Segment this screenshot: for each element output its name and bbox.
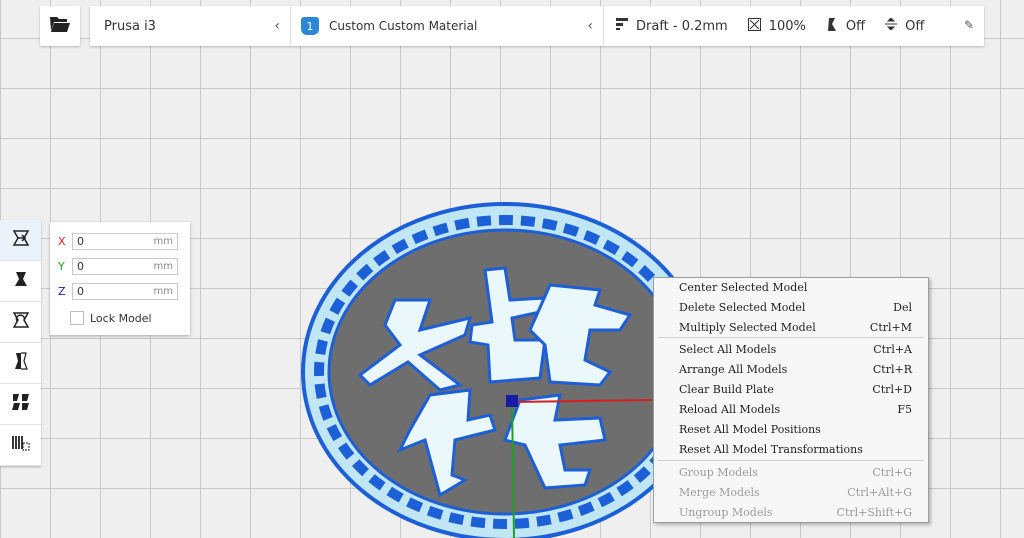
menu-item-label: Select All Models <box>679 342 777 356</box>
x-axis-label: X <box>58 235 66 248</box>
profile-setting: Draft - 0.2mm <box>616 18 728 34</box>
x-row: X 0 mm <box>58 233 178 250</box>
menu-item-shortcut: Ctrl+R <box>872 362 912 376</box>
y-unit: mm <box>153 261 173 272</box>
menu-item-label: Ungroup Models <box>679 505 773 519</box>
menu-item-center-selected[interactable]: Center Selected Model <box>654 277 928 297</box>
support-blocker-button[interactable] <box>0 425 41 466</box>
printer-name: Prusa i3 <box>104 18 156 34</box>
material-name: Custom Custom Material <box>329 19 478 33</box>
menu-item-arrange-all[interactable]: Arrange All Models Ctrl+R <box>654 359 928 379</box>
open-file-button[interactable] <box>40 6 80 46</box>
z-unit: mm <box>153 286 173 297</box>
menu-item-label: Merge Models <box>679 485 760 499</box>
per-model-settings-icon <box>11 392 31 416</box>
z-position-input[interactable]: 0 mm <box>72 283 178 300</box>
lock-model-toggle[interactable]: Lock Model <box>70 311 152 325</box>
extruder-badge-icon: 1 <box>301 17 319 35</box>
menu-item-shortcut: Del <box>893 300 912 314</box>
menu-item-label: Clear Build Plate <box>679 382 774 396</box>
infill-label: 100% <box>768 18 806 34</box>
context-menu: Center Selected Model Delete Selected Mo… <box>653 277 929 523</box>
menu-item-ungroup-models[interactable]: Ungroup Models Ctrl+Shift+G <box>654 502 928 522</box>
printer-selector[interactable]: Prusa i3 ‹ <box>90 6 291 46</box>
adhesion-setting: Off <box>885 17 925 34</box>
rotate-icon <box>11 310 31 334</box>
z-value: 0 <box>77 285 84 298</box>
support-blocker-icon <box>11 433 31 457</box>
support-icon <box>826 17 838 35</box>
menu-item-shortcut: Ctrl+A <box>873 342 912 356</box>
chevron-left-icon: ‹ <box>274 18 280 34</box>
mirror-tool-button[interactable] <box>0 343 41 384</box>
support-setting: Off <box>826 17 866 35</box>
x-position-input[interactable]: 0 mm <box>72 233 178 250</box>
menu-item-group-models[interactable]: Group Models Ctrl+G <box>654 462 928 482</box>
menu-item-select-all[interactable]: Select All Models Ctrl+A <box>654 339 928 359</box>
menu-item-label: Arrange All Models <box>679 362 788 376</box>
menu-item-merge-models[interactable]: Merge Models Ctrl+Alt+G <box>654 482 928 502</box>
menu-item-label: Center Selected Model <box>679 280 808 294</box>
scale-icon <box>11 269 31 293</box>
menu-item-shortcut: F5 <box>897 402 912 416</box>
rotate-tool-button[interactable] <box>0 302 41 343</box>
menu-item-label: Group Models <box>679 465 758 479</box>
menu-separator <box>658 337 924 338</box>
menu-separator <box>658 460 924 461</box>
scale-tool-button[interactable] <box>0 261 41 302</box>
menu-item-label: Reload All Models <box>679 402 781 416</box>
edit-pencil-icon[interactable]: ✎ <box>964 18 974 32</box>
support-label: Off <box>845 18 866 34</box>
y-row: Y 0 mm <box>58 258 178 275</box>
lock-model-label: Lock Model <box>90 311 152 325</box>
folder-open-icon <box>49 15 71 37</box>
menu-item-shortcut: Ctrl+D <box>872 382 912 396</box>
tool-sidebar <box>0 220 41 466</box>
y-position-input[interactable]: 0 mm <box>72 258 178 275</box>
menu-item-label: Multiply Selected Model <box>679 320 816 334</box>
x-value: 0 <box>77 235 84 248</box>
profile-icon <box>616 18 628 34</box>
chevron-left-icon: ‹ <box>587 18 593 34</box>
infill-setting: 100% <box>747 17 806 35</box>
y-axis-label: Y <box>58 260 65 273</box>
menu-item-label: Reset All Model Positions <box>679 422 821 436</box>
move-icon <box>11 228 31 252</box>
per-model-settings-button[interactable] <box>0 384 41 425</box>
print-settings-selector[interactable]: Draft - 0.2mm 100% Off Off ✎ <box>604 6 984 46</box>
menu-item-clear-build-plate[interactable]: Clear Build Plate Ctrl+D <box>654 379 928 399</box>
material-selector[interactable]: 1 Custom Custom Material ‹ <box>291 6 604 46</box>
z-row: Z 0 mm <box>58 283 178 300</box>
menu-item-delete-selected[interactable]: Delete Selected Model Del <box>654 297 928 317</box>
z-axis-label: Z <box>58 285 66 298</box>
menu-item-label: Reset All Model Transformations <box>679 442 863 456</box>
menu-item-multiply-selected[interactable]: Multiply Selected Model Ctrl+M <box>654 317 928 337</box>
adhesion-icon <box>885 17 898 34</box>
profile-label: Draft - 0.2mm <box>636 18 728 34</box>
x-unit: mm <box>153 236 173 247</box>
menu-item-shortcut: Ctrl+Shift+G <box>836 505 912 519</box>
move-tool-panel: X 0 mm Y 0 mm Z 0 mm Lock Model <box>50 222 190 335</box>
stage-menu-bar: Prusa i3 ‹ 1 Custom Custom Material ‹ Dr… <box>90 6 984 46</box>
menu-item-shortcut: Ctrl+G <box>872 465 912 479</box>
z-axis-handle <box>506 395 518 407</box>
y-value: 0 <box>77 260 84 273</box>
menu-item-reset-positions[interactable]: Reset All Model Positions <box>654 419 928 439</box>
menu-item-reset-transformations[interactable]: Reset All Model Transformations <box>654 439 928 459</box>
lock-model-checkbox[interactable] <box>70 311 84 325</box>
adhesion-label: Off <box>905 18 925 34</box>
menu-item-shortcut: Ctrl+Alt+G <box>847 485 912 499</box>
menu-item-label: Delete Selected Model <box>679 300 806 314</box>
mirror-icon <box>11 351 31 375</box>
menu-item-reload-all[interactable]: Reload All Models F5 <box>654 399 928 419</box>
move-tool-button[interactable] <box>0 220 41 261</box>
infill-icon <box>747 17 761 35</box>
menu-item-shortcut: Ctrl+M <box>869 320 912 334</box>
